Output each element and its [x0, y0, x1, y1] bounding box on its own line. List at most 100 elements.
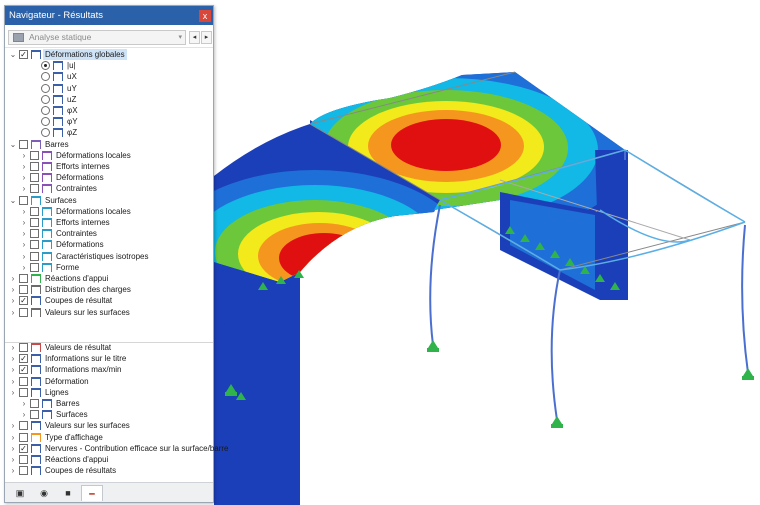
checkbox[interactable]: ✓	[19, 443, 28, 453]
tree-item-reactions-appui-bottom[interactable]: › Réactions d'appui	[5, 454, 213, 465]
tree-item-valeurs-surfaces[interactable]: › Valeurs sur les surfaces	[5, 307, 213, 318]
checkbox[interactable]	[19, 387, 28, 397]
tree-item-uy[interactable]: uY	[5, 83, 213, 94]
checkbox[interactable]	[30, 173, 39, 183]
tree-item-deformation[interactable]: › Déformation	[5, 376, 213, 387]
collapse-arrow-icon[interactable]: ⌄	[9, 139, 17, 150]
checkbox[interactable]	[19, 455, 28, 464]
expand-arrow-icon[interactable]: ›	[9, 273, 17, 284]
tree-item-reactions-appui[interactable]: › Réactions d'appui	[5, 273, 213, 284]
expand-arrow-icon[interactable]: ›	[9, 454, 17, 465]
expand-arrow-icon[interactable]: ›	[9, 364, 17, 375]
tree-item-coupes-resultat[interactable]: › ✓ Coupes de résultat	[5, 295, 213, 306]
previous-button[interactable]: ◂	[189, 31, 200, 44]
checkbox[interactable]	[19, 307, 28, 317]
checkbox[interactable]: ✓	[19, 354, 28, 364]
tree-item-lignes[interactable]: › Lignes	[5, 387, 213, 398]
checkbox[interactable]	[30, 240, 39, 250]
expand-arrow-icon[interactable]: ›	[20, 150, 28, 161]
checkbox[interactable]	[19, 376, 28, 386]
tree-item-surfaces-contraintes[interactable]: › Contraintes	[5, 228, 213, 239]
checkbox[interactable]	[30, 184, 39, 194]
checkbox[interactable]: ✓	[19, 50, 28, 59]
checkbox[interactable]	[30, 410, 39, 420]
close-button[interactable]: x	[199, 10, 211, 22]
tree-item-barres-deformations[interactable]: › Déformations	[5, 172, 213, 183]
tree-item-surfaces-efforts[interactable]: › Efforts internes	[5, 217, 213, 228]
tree-item-type-affichage[interactable]: › Type d'affichage	[5, 432, 213, 443]
tree-item-uz[interactable]: uZ	[5, 94, 213, 105]
tab-data[interactable]: ▣	[9, 485, 31, 501]
checkbox[interactable]	[30, 251, 39, 261]
radio-button[interactable]	[41, 61, 50, 71]
expand-arrow-icon[interactable]: ›	[9, 387, 17, 398]
expand-arrow-icon[interactable]: ›	[9, 420, 17, 431]
tree-item-barres-contraintes[interactable]: › Contraintes	[5, 183, 213, 194]
checkbox[interactable]	[19, 195, 28, 205]
tree-item-phix[interactable]: φX	[5, 105, 213, 116]
checkbox[interactable]	[19, 343, 28, 352]
tree-item-surfaces-caracteristiques[interactable]: › Caractéristiques isotropes	[5, 251, 213, 262]
next-button[interactable]: ▸	[201, 31, 212, 44]
tree-item-deformations-globales[interactable]: ⌄ ✓ Déformations globales	[5, 49, 213, 60]
tree-item-u-abs[interactable]: |u|	[5, 60, 213, 71]
expand-arrow-icon[interactable]: ›	[20, 228, 28, 239]
tree-item-surfaces-bottom[interactable]: › Surfaces	[5, 409, 213, 420]
checkbox[interactable]	[30, 162, 39, 171]
tab-results[interactable]: ━	[81, 485, 103, 501]
expand-arrow-icon[interactable]: ›	[9, 307, 17, 318]
checkbox[interactable]	[19, 421, 28, 431]
expand-arrow-icon[interactable]: ›	[9, 342, 17, 353]
tree-item-surfaces-deformations[interactable]: › Déformations	[5, 239, 213, 250]
checkbox[interactable]	[19, 466, 28, 476]
radio-button[interactable]	[41, 94, 50, 104]
expand-arrow-icon[interactable]: ›	[20, 239, 28, 250]
expand-arrow-icon[interactable]: ›	[9, 432, 17, 443]
tree-item-barres-efforts[interactable]: › Efforts internes	[5, 161, 213, 172]
tree-item-surfaces[interactable]: ⌄ Surfaces	[5, 195, 213, 206]
expand-arrow-icon[interactable]: ›	[20, 262, 28, 273]
expand-arrow-icon[interactable]: ›	[20, 172, 28, 183]
checkbox[interactable]	[30, 150, 39, 160]
radio-button[interactable]	[41, 117, 50, 127]
expand-arrow-icon[interactable]: ›	[20, 183, 28, 194]
checkbox[interactable]	[30, 399, 39, 408]
tree-item-infos-maxmin[interactable]: › ✓ Informations max/min	[5, 364, 213, 375]
collapse-arrow-icon[interactable]: ⌄	[9, 49, 17, 60]
expand-arrow-icon[interactable]: ›	[20, 398, 28, 409]
tab-view[interactable]: ◉	[33, 485, 55, 501]
radio-button[interactable]	[41, 106, 50, 115]
tree-item-infos-titre[interactable]: › ✓ Informations sur le titre	[5, 353, 213, 364]
tree-item-surfaces-forme[interactable]: › Forme	[5, 262, 213, 273]
expand-arrow-icon[interactable]: ›	[9, 443, 17, 454]
collapse-arrow-icon[interactable]: ⌄	[9, 195, 17, 206]
checkbox[interactable]	[19, 285, 28, 295]
expand-arrow-icon[interactable]: ›	[20, 251, 28, 262]
tree-item-nervures[interactable]: › ✓ Nervures - Contribution efficace sur l…	[5, 443, 229, 454]
tree-item-phiy[interactable]: φY	[5, 116, 213, 127]
radio-button[interactable]	[41, 128, 50, 138]
checkbox[interactable]	[30, 218, 39, 227]
tree-item-phiz[interactable]: φZ	[5, 127, 213, 138]
checkbox[interactable]: ✓	[19, 365, 28, 375]
checkbox[interactable]	[19, 432, 28, 442]
tree-item-distribution-charges[interactable]: › Distribution des charges	[5, 284, 213, 295]
radio-button[interactable]	[41, 83, 50, 93]
tree-item-valeurs-surfaces-bottom[interactable]: › Valeurs sur les surfaces	[5, 420, 213, 431]
tree-item-ux[interactable]: uX	[5, 71, 213, 82]
tree-item-valeurs-resultat[interactable]: › Valeurs de résultat	[5, 342, 213, 353]
expand-arrow-icon[interactable]: ›	[20, 161, 28, 172]
tree-item-barres-bottom[interactable]: › Barres	[5, 398, 213, 409]
checkbox[interactable]: ✓	[19, 296, 28, 306]
expand-arrow-icon[interactable]: ›	[9, 465, 17, 476]
expand-arrow-icon[interactable]: ›	[20, 409, 28, 420]
radio-button[interactable]	[41, 72, 50, 82]
checkbox[interactable]	[30, 262, 39, 272]
checkbox[interactable]	[19, 139, 28, 149]
expand-arrow-icon[interactable]: ›	[9, 295, 17, 306]
checkbox[interactable]	[30, 229, 39, 239]
tree-item-barres-def-locales[interactable]: › Déformations locales	[5, 150, 213, 161]
expand-arrow-icon[interactable]: ›	[9, 284, 17, 295]
expand-arrow-icon[interactable]: ›	[9, 376, 17, 387]
load-case-select[interactable]: Analyse statique ▾	[8, 30, 186, 45]
